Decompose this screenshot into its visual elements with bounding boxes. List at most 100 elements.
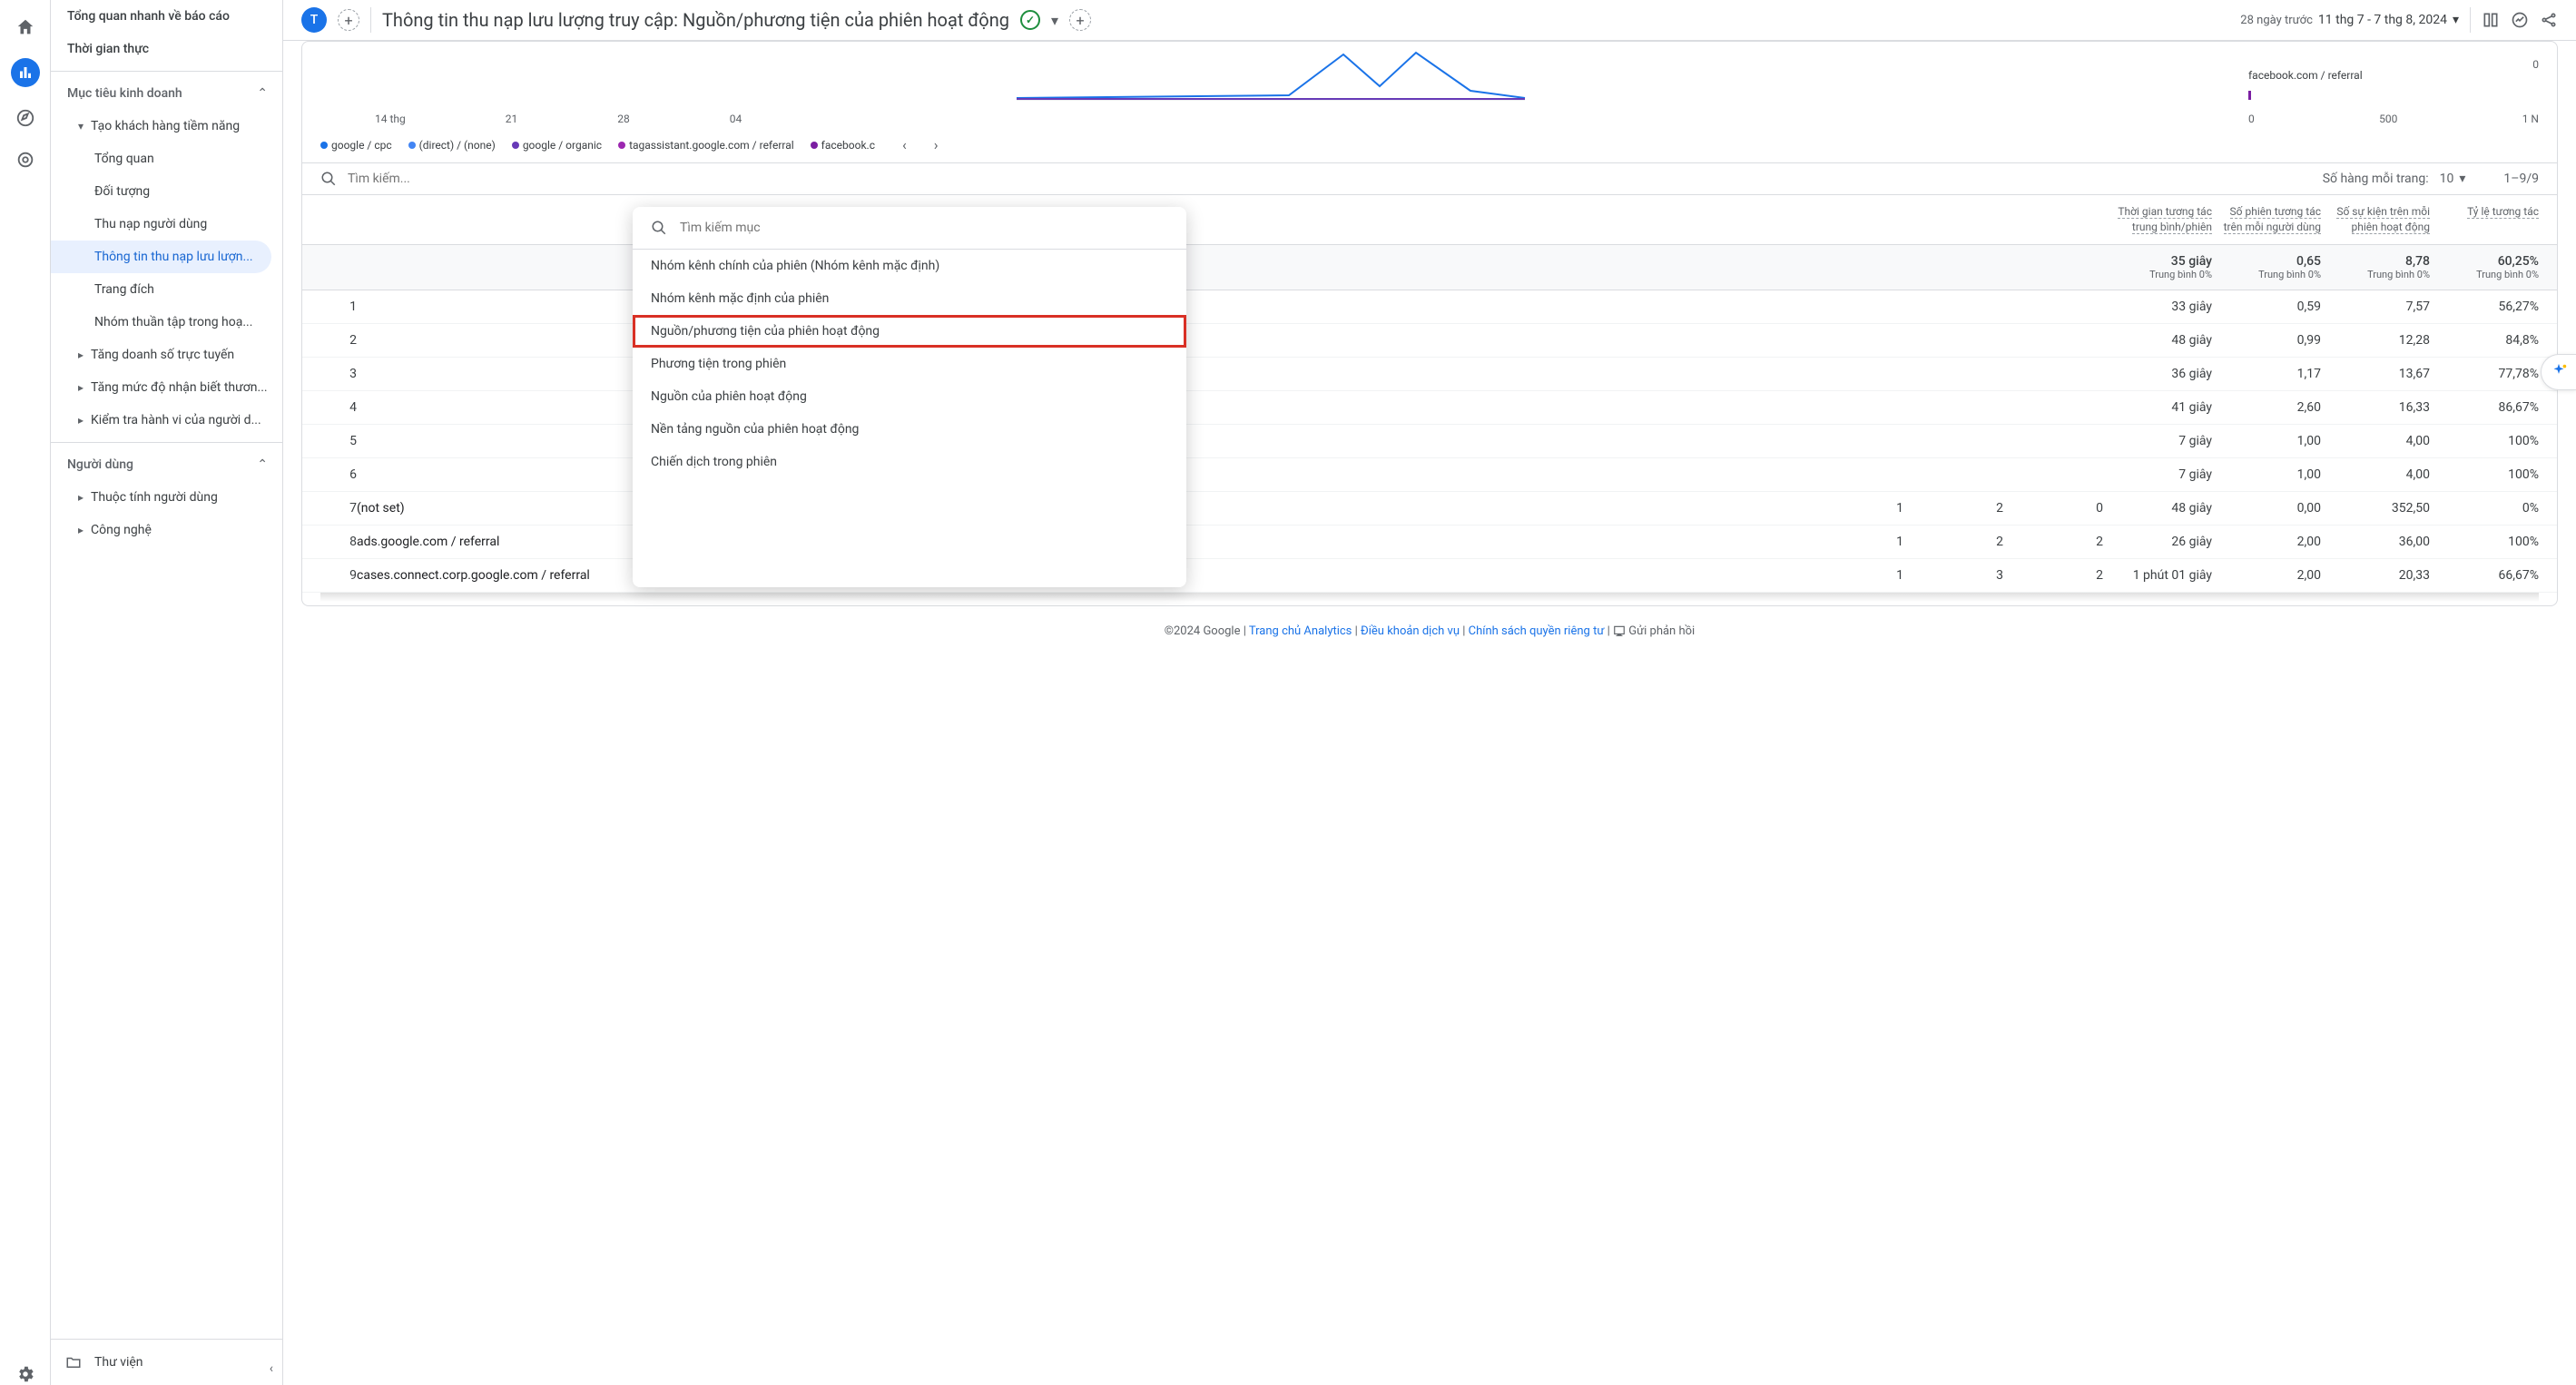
reports-icon[interactable] [11, 58, 40, 87]
rows-per-page-select[interactable]: 10 ▾ [2440, 172, 2466, 186]
row-c2: 2,00 [2212, 535, 2321, 549]
popup-search [633, 207, 1186, 250]
sidebar-section-business[interactable]: Mục tiêu kinh doanh ⌃ [51, 77, 282, 110]
table-toolbar: Số hàng mỗi trang: 10 ▾ 1–9/9 [302, 162, 2557, 195]
col-events-per-session[interactable]: Số sự kiện trên mỗi phiên hoạt động [2321, 204, 2430, 235]
chart-legend: google / cpc (direct) / (none) google / … [302, 131, 2557, 162]
settings-icon[interactable] [15, 1363, 36, 1385]
chevron-right-icon: ▸ [78, 524, 91, 536]
chevron-down-icon[interactable]: ▾ [1051, 12, 1058, 29]
row-n3: 2 [2003, 535, 2103, 549]
sidebar-overview[interactable]: Tổng quan nhanh về báo cáo [51, 0, 282, 33]
row-c3: 4,00 [2321, 434, 2430, 448]
sidebar-item-cohort[interactable]: Nhóm thuần tập trong hoạ... [51, 306, 282, 339]
chevron-down-icon: ▾ [2459, 172, 2465, 186]
report-avatar[interactable]: T [301, 7, 327, 33]
verified-icon[interactable]: ✓ [1020, 10, 1040, 30]
row-index: 2 [320, 333, 357, 348]
legend-dot [408, 142, 416, 149]
row-c4: 100% [2430, 434, 2539, 448]
popup-item-highlighted[interactable]: Nguồn/phương tiện của phiên hoạt động [633, 315, 1186, 348]
main: T + Thông tin thu nạp lưu lượng truy cập… [283, 0, 2576, 1385]
legend-prev-button[interactable]: ‹ [902, 136, 907, 153]
popup-item[interactable]: Nguồn của phiên hoạt động [633, 380, 1186, 413]
sidebar-item-userattr[interactable]: ▸Thuộc tính người dùng [51, 481, 282, 514]
footer-link-privacy[interactable]: Chính sách quyền riêng tư [1469, 624, 1605, 638]
bar-tick: 500 [2379, 113, 2397, 125]
footer-feedback[interactable]: Gửi phản hồi [1613, 624, 1695, 638]
sidebar-item-traffic[interactable]: Thông tin thu nạp lưu lượn... [51, 241, 271, 273]
legend-next-button[interactable]: › [934, 136, 939, 153]
chevron-right-icon: ▸ [78, 414, 91, 427]
sidebar-item-overview[interactable]: Tổng quan [51, 142, 282, 175]
footer-link-analytics[interactable]: Trang chủ Analytics [1249, 624, 1352, 638]
bar-tick: 1 N [2522, 113, 2539, 125]
row-c2: 1,00 [2212, 467, 2321, 482]
row-c2: 1,00 [2212, 434, 2321, 448]
add-report-button[interactable]: + [338, 9, 359, 31]
col-sessions-per-user[interactable]: Số phiên tương tác trên mỗi người dùng [2212, 204, 2321, 235]
row-c4: 0% [2430, 501, 2539, 516]
popup-item[interactable]: Nền tảng nguồn của phiên hoạt động [633, 413, 1186, 446]
search-icon [320, 171, 337, 187]
ads-icon[interactable] [15, 149, 36, 171]
row-n3: 0 [2003, 501, 2103, 516]
add-comparison-button[interactable]: + [1069, 9, 1091, 31]
row-c4: 100% [2430, 467, 2539, 482]
legend-label[interactable]: facebook.c [821, 139, 875, 152]
dimension-picker-popup: Nhóm kênh chính của phiên (Nhóm kênh mặc… [633, 207, 1186, 587]
table-search-input[interactable] [348, 172, 1324, 186]
sidebar: Tổng quan nhanh về báo cáo Thời gian thự… [51, 0, 283, 1385]
sidebar-realtime[interactable]: Thời gian thực [51, 33, 282, 65]
collapse-sidebar-button[interactable]: ‹ [270, 1361, 273, 1376]
popup-item[interactable]: Phương tiện trong phiên [633, 348, 1186, 380]
rows-per-page-value: 10 [2440, 172, 2454, 186]
popup-search-input[interactable] [680, 221, 1168, 235]
row-c1: 33 giây [2103, 300, 2212, 314]
sidebar-section-label: Mục tiêu kinh doanh [67, 86, 182, 101]
popup-item[interactable]: Nhóm kênh chính của phiên (Nhóm kênh mặc… [633, 250, 1186, 282]
rows-per-page-label: Số hàng mỗi trang: [2323, 172, 2429, 186]
pagination-label: 1–9/9 [2503, 172, 2539, 186]
chart-area: 14 thg 21 28 04 facebook.com / referral … [302, 42, 2557, 131]
sidebar-item-sales[interactable]: ▸Tăng doanh số trực tuyến [51, 339, 282, 371]
insights-icon[interactable] [2511, 11, 2529, 29]
sidebar-item-tech[interactable]: ▸Công nghệ [51, 514, 282, 546]
sidebar-library[interactable]: Thư viện [51, 1339, 282, 1385]
footer-link-tos[interactable]: Điều khoản dịch vụ [1361, 624, 1460, 638]
row-c3: 352,50 [2321, 501, 2430, 516]
legend-dot [618, 142, 625, 149]
sidebar-leadgen[interactable]: ▾Tạo khách hàng tiềm năng [51, 110, 282, 142]
legend-label[interactable]: (direct) / (none) [419, 139, 496, 152]
row-index: 5 [320, 434, 357, 448]
sidebar-item-landing[interactable]: Trang đích [51, 273, 282, 306]
home-icon[interactable] [15, 16, 36, 38]
row-c3: 4,00 [2321, 467, 2430, 482]
date-range-picker[interactable]: 28 ngày trước 11 thg 7 - 7 thg 8, 2024 ▾ [2240, 13, 2459, 27]
row-c1: 26 giây [2103, 535, 2212, 549]
customize-icon[interactable] [2482, 11, 2500, 29]
popup-item[interactable]: Chiến dịch trong phiên [633, 446, 1186, 478]
col-engagement-rate[interactable]: Tỷ lệ tương tác [2430, 204, 2539, 235]
nav-rail [0, 0, 51, 1385]
row-index: 1 [320, 300, 357, 314]
col-engagement-time[interactable]: Thời gian tương tác trung bình/phiên [2103, 204, 2212, 235]
sidebar-item-audience[interactable]: Đối tượng [51, 175, 282, 208]
legend-label[interactable]: tagassistant.google.com / referral [629, 139, 794, 152]
legend-label[interactable]: google / cpc [331, 139, 392, 152]
row-index: 7 [320, 501, 357, 516]
assistant-floater[interactable] [2541, 354, 2576, 390]
popup-item[interactable]: Nhóm kênh mặc định của phiên [633, 282, 1186, 315]
sidebar-section-user[interactable]: Người dùng ⌃ [51, 448, 282, 481]
explore-icon[interactable] [15, 107, 36, 129]
row-c4: 56,27% [2430, 300, 2539, 314]
row-c2: 1,17 [2212, 367, 2321, 381]
sidebar-item-useracq[interactable]: Thu nạp người dùng [51, 208, 282, 241]
bar-label: facebook.com / referral [2248, 69, 2539, 82]
chevron-down-icon: ▾ [2453, 13, 2459, 27]
share-icon[interactable] [2540, 11, 2558, 29]
row-c1: 7 giây [2103, 467, 2212, 482]
sidebar-item-awareness[interactable]: ▸Tăng mức độ nhận biết thươn... [51, 371, 282, 404]
sidebar-item-behavior[interactable]: ▸Kiểm tra hành vi của người d... [51, 404, 282, 437]
legend-label[interactable]: google / organic [523, 139, 602, 152]
